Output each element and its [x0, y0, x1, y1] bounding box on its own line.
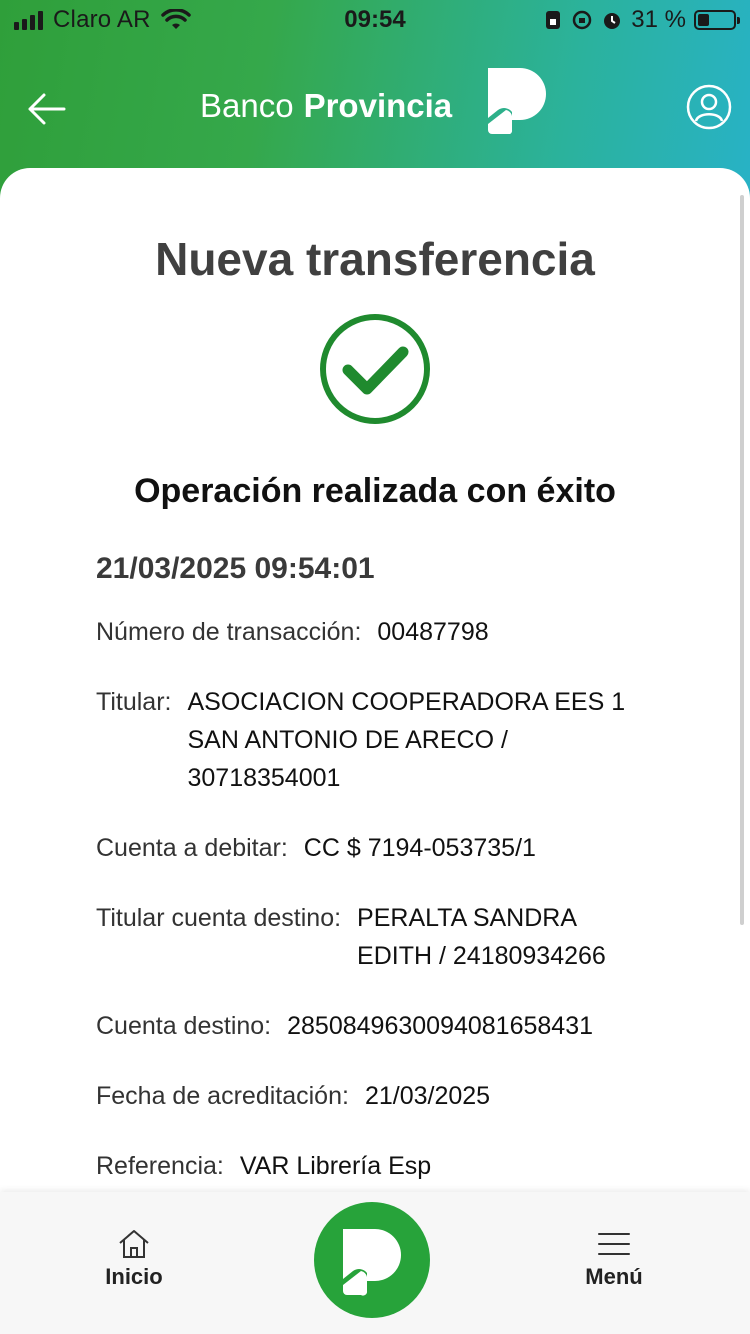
detail-transaction-number: Número de transacción: 00487798 — [96, 613, 489, 651]
battery-fill — [698, 14, 709, 26]
detail-destination-holder: Titular cuenta destino: PERALTA SANDRA E… — [96, 899, 606, 975]
detail-label: Referencia: — [96, 1152, 224, 1180]
detail-value: PERALTA SANDRA EDITH / 24180934266 — [357, 899, 606, 975]
detail-label: Fecha de acreditación: — [96, 1082, 349, 1110]
page-title: Nueva transferencia — [155, 233, 595, 285]
detail-value: VAR Librería Esp — [239, 1152, 432, 1180]
success-check-icon — [320, 314, 430, 424]
detail-value: 00487798 — [377, 618, 489, 646]
detail-value: 21/03/2025 — [364, 1082, 491, 1110]
operation-datetime: 21/03/2025 09:54:01 — [96, 552, 375, 585]
holder-line: SAN ANTONIO DE ARECO / — [187, 726, 508, 754]
tab-home-label: Inicio — [105, 1264, 163, 1289]
provincia-logo-icon — [343, 1229, 401, 1296]
battery-icon — [694, 10, 740, 30]
detail-reference: Referencia: VAR Librería Esp — [96, 1147, 431, 1185]
alarm-icon — [604, 13, 621, 29]
detail-destination-account: Cuenta destino: 2850849630094081658431 — [96, 1007, 593, 1045]
destination-holder-line: EDITH / 24180934266 — [357, 942, 606, 970]
detail-holder: Titular: ASOCIACION COOPERADORA EES 1 SA… — [96, 683, 625, 797]
battery-percent: 31 % — [631, 6, 686, 33]
detail-value: ASOCIACION COOPERADORA EES 1 SAN ANTONIO… — [187, 683, 625, 797]
tab-menu-label: Menú — [585, 1264, 643, 1289]
detail-label: Titular cuenta destino: — [96, 904, 342, 932]
holder-line: ASOCIACION COOPERADORA EES 1 — [187, 688, 626, 716]
detail-label: Titular: — [96, 688, 172, 716]
detail-credit-date: Fecha de acreditación: 21/03/2025 — [96, 1077, 490, 1115]
brand-wordmark: Banco Provincia — [200, 76, 452, 136]
hamburger-menu-icon — [598, 1233, 630, 1255]
detail-label: Número de transacción: — [96, 618, 362, 646]
detail-value: CC $ 7194-053735/1 — [303, 834, 536, 862]
arrow-left-icon[interactable] — [24, 86, 70, 132]
detail-label: Cuenta destino: — [96, 1012, 272, 1040]
tab-home[interactable]: Inicio — [74, 1228, 194, 1290]
portrait-lock-icon — [546, 11, 561, 29]
nav-bar: Banco Provincia — [0, 60, 750, 160]
detail-label: Cuenta a debitar: — [96, 834, 288, 862]
home-icon — [119, 1230, 149, 1258]
provincia-logo-button[interactable] — [314, 1202, 430, 1318]
user-profile-icon[interactable] — [686, 84, 732, 130]
holder-line: 30718354001 — [187, 764, 341, 792]
scrollbar[interactable] — [740, 195, 744, 925]
detail-value: 2850849630094081658431 — [287, 1012, 594, 1040]
tab-menu[interactable]: Menú — [554, 1228, 674, 1290]
detail-debit-account: Cuenta a debitar: CC $ 7194-053735/1 — [96, 829, 536, 867]
status-bar: Claro AR 09:54 31 % — [0, 0, 750, 40]
destination-holder-line: PERALTA SANDRA — [357, 904, 578, 932]
brand-bold-text: Provincia — [303, 87, 453, 124]
banco-provincia-logo — [488, 68, 546, 134]
success-message: Operación realizada con éxito — [134, 472, 616, 510]
rotation-lock-icon — [573, 10, 592, 30]
brand-light-text: Banco — [200, 87, 294, 124]
